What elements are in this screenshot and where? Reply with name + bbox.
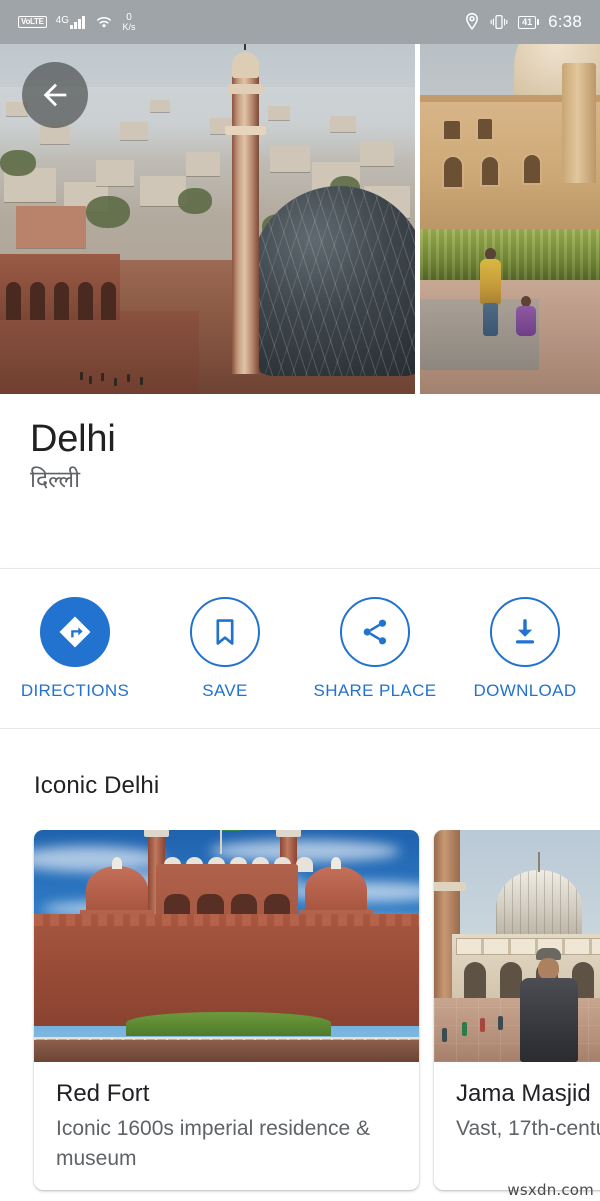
- bookmark-icon: [216, 618, 234, 645]
- directions-label: DIRECTIONS: [20, 680, 130, 700]
- status-bar-left: VoLTE 4G 0 K/s: [18, 11, 136, 32]
- poi-name: Jama Masjid: [456, 1080, 591, 1107]
- status-bar-clock: 6:38: [548, 12, 582, 31]
- share-icon-circle: [340, 596, 410, 667]
- network-speed-indicator: 0 K/s: [122, 11, 136, 32]
- battery-icon: 41: [518, 15, 540, 29]
- poi-description: Vast, 17th-century mosque: [456, 1116, 600, 1140]
- iconic-section-heading: Iconic Delhi: [34, 772, 160, 799]
- directions-icon-circle: [40, 596, 110, 667]
- location-pin-icon: [466, 12, 479, 30]
- poi-text-jama-masjid: Jama Masjid Vast, 17th-century mosque: [434, 1062, 600, 1144]
- lawn: [126, 1012, 331, 1036]
- arcade-colonnade: [0, 254, 120, 320]
- place-local-name: दिल्ली: [30, 466, 81, 493]
- save-button[interactable]: SAVE: [150, 596, 300, 701]
- poi-text-red-fort: Red Fort Iconic 1600s imperial residence…: [34, 1062, 419, 1173]
- page-title: Delhi: [30, 418, 116, 460]
- iconic-places-carousel[interactable]: Red Fort Iconic 1600s imperial residence…: [0, 830, 600, 1201]
- minaret-cupola: [226, 10, 265, 94]
- watermark: wsxdn.com: [507, 1181, 594, 1199]
- poi-name: Red Fort: [56, 1080, 150, 1107]
- share-place-label: SHARE PLACE: [313, 680, 437, 700]
- download-button[interactable]: DOWNLOAD: [450, 596, 600, 701]
- back-button[interactable]: [22, 62, 88, 128]
- action-button-row: DIRECTIONS SAVE SHARE PLACE DOWNLOAD: [0, 569, 600, 728]
- palace-tower: [562, 63, 596, 184]
- place-details-screen: VoLTE 4G 0 K/s 41 6:38 Delhi दिल्ली DIRE…: [0, 0, 600, 1201]
- share-place-button[interactable]: SHARE PLACE: [300, 596, 450, 701]
- save-icon-circle: [190, 596, 260, 667]
- download-icon-circle: [490, 596, 560, 667]
- indian-flag: [220, 830, 241, 854]
- download-label: DOWNLOAD: [473, 680, 577, 700]
- foreground-road: [34, 1040, 419, 1062]
- hero-photo-delhi-skyline[interactable]: [0, 0, 415, 394]
- volte-icon: VoLTE: [18, 16, 47, 28]
- poi-card-red-fort[interactable]: Red Fort Iconic 1600s imperial residence…: [34, 830, 419, 1190]
- hero-photo-carousel[interactable]: [0, 0, 600, 394]
- divider-below-actions: [0, 728, 600, 729]
- share-icon: [363, 619, 387, 644]
- person-foreground: [520, 948, 578, 1062]
- person-standing: [478, 248, 504, 337]
- cellular-signal-icon: 4G: [56, 15, 85, 29]
- dome-left: [86, 857, 148, 914]
- plaza-ground: [0, 311, 200, 394]
- back-arrow-icon: [43, 83, 67, 107]
- person-child: [516, 295, 538, 348]
- dome-right: [305, 857, 367, 914]
- vibrate-icon: [490, 15, 508, 29]
- hero-photo-palace[interactable]: [420, 0, 600, 394]
- minaret-shaft: [225, 74, 266, 374]
- poi-photo-jama-masjid: [434, 830, 600, 1062]
- garden-hedge: [420, 228, 600, 280]
- poi-photo-red-fort: [34, 830, 419, 1062]
- place-header: Delhi दिल्ली: [0, 394, 600, 568]
- status-bar: VoLTE 4G 0 K/s 41 6:38: [0, 0, 600, 44]
- wifi-icon: [96, 17, 111, 28]
- glass-dome: [249, 186, 415, 376]
- download-icon: [515, 618, 535, 643]
- poi-card-jama-masjid[interactable]: Jama Masjid Vast, 17th-century mosque: [434, 830, 600, 1190]
- poi-description: Iconic 1600s imperial residence & museum: [56, 1116, 370, 1170]
- directions-button[interactable]: DIRECTIONS: [0, 596, 150, 701]
- status-bar-right: 41 6:38: [464, 12, 582, 32]
- directions-icon: [59, 615, 91, 648]
- fort-wall: [34, 914, 419, 1026]
- signal-bars-icon: [70, 15, 85, 29]
- save-label: SAVE: [202, 680, 248, 700]
